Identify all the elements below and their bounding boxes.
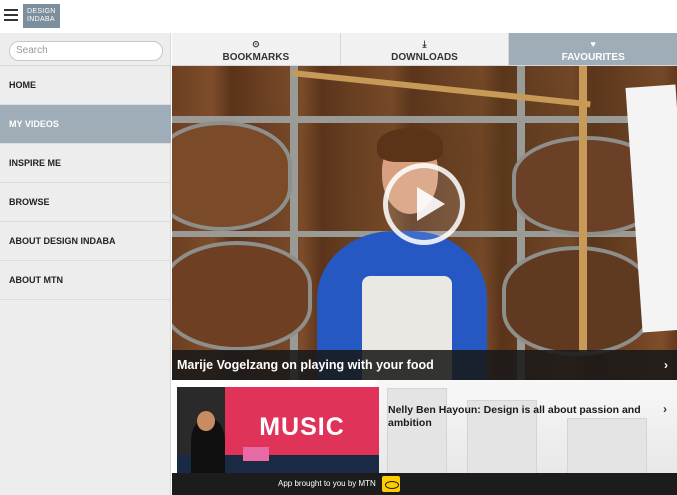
barrel [502, 246, 652, 356]
download-icon: ⤓ [422, 39, 427, 49]
sponsor-footer: App brought to you by MTN [172, 473, 677, 495]
chevron-right-icon: › [664, 358, 668, 372]
tab-label: DOWNLOADS [391, 52, 458, 63]
bookmark-icon: ⊙ [252, 39, 260, 49]
thumbnail-text: MUSIC [259, 413, 345, 441]
tab-label: BOOKMARKS [222, 52, 290, 63]
person-hair [377, 128, 443, 162]
list-item[interactable]: MUSIC Nelly Ben Hayoun: Design is all ab… [172, 380, 677, 473]
chevron-right-icon: › [663, 402, 667, 416]
design-indaba-logo[interactable]: DESIGN INDABA [23, 4, 60, 28]
tab-downloads[interactable]: ⤓ DOWNLOADS [341, 33, 510, 65]
hamburger-menu-icon[interactable] [4, 9, 18, 22]
tab-bar: ⊙ BOOKMARKS ⤓ DOWNLOADS ♥ FAVOURITES [172, 33, 677, 66]
barrel [172, 121, 292, 231]
tab-bookmarks[interactable]: ⊙ BOOKMARKS [172, 33, 341, 65]
top-bar: DESIGN INDABA [0, 0, 677, 33]
search-box [9, 40, 163, 61]
sidebar-item-about-design-indaba[interactable]: ABOUT DESIGN INDABA [0, 222, 171, 261]
tab-favourites[interactable]: ♥ FAVOURITES [509, 33, 677, 65]
laptop [243, 447, 269, 461]
logo-line-2: INDABA [27, 16, 55, 23]
mtn-logo [382, 476, 400, 492]
logo-line-1: DESIGN [27, 8, 56, 15]
featured-video-caption[interactable]: Marije Vogelzang on playing with your fo… [172, 350, 677, 380]
sidebar-item-my-videos[interactable]: MY VIDEOS [0, 105, 171, 144]
tab-label: FAVOURITES [561, 52, 625, 63]
speaker-head [197, 411, 215, 431]
wood-frame [291, 70, 591, 108]
sidebar-nav: HOME MY VIDEOS INSPIRE ME BROWSE ABOUT D… [0, 65, 171, 300]
building [387, 388, 447, 473]
sidebar-item-inspire-me[interactable]: INSPIRE ME [0, 144, 171, 183]
footer-text: App brought to you by MTN [278, 479, 376, 488]
video-title: Nelly Ben Hayoun: Design is all about pa… [388, 404, 641, 429]
video-thumbnail[interactable]: MUSIC [177, 387, 379, 473]
sidebar-item-home[interactable]: HOME [0, 66, 171, 105]
sidebar-item-about-mtn[interactable]: ABOUT MTN [0, 261, 171, 300]
sidebar: HOME MY VIDEOS INSPIRE ME BROWSE ABOUT D… [0, 33, 171, 495]
featured-video-title: Marije Vogelzang on playing with your fo… [177, 358, 434, 372]
play-icon[interactable] [383, 163, 465, 245]
wood-frame [579, 66, 587, 352]
shelf-bar [172, 116, 677, 123]
barrel [172, 241, 312, 351]
search-input[interactable] [9, 40, 163, 61]
sidebar-item-browse[interactable]: BROWSE [0, 183, 171, 222]
heart-icon: ♥ [590, 39, 596, 49]
featured-video[interactable]: Marije Vogelzang on playing with your fo… [172, 66, 677, 380]
